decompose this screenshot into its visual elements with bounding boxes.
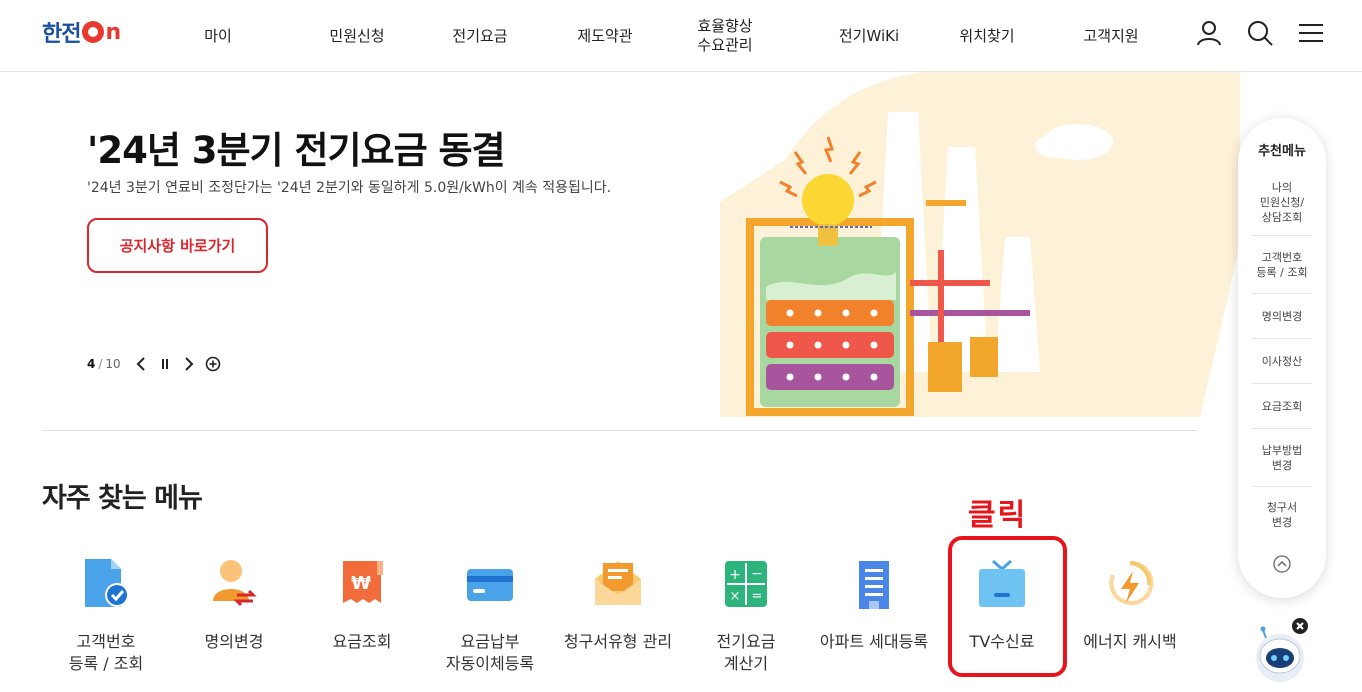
- nav-item-location[interactable]: 위치찾기: [942, 0, 1032, 72]
- logo-on-mark: n: [82, 20, 121, 45]
- search-icon[interactable]: [1245, 18, 1275, 48]
- fav-auto-payment[interactable]: 요금납부 자동이체등록: [426, 555, 554, 690]
- pause-slide-button[interactable]: [155, 354, 175, 374]
- nav-item-my[interactable]: 마이: [178, 0, 258, 72]
- credit-card-icon: [467, 569, 513, 601]
- fav-bill-inquiry[interactable]: ₩ 요금조회: [298, 555, 426, 690]
- site-header: 한전 n 마이 민원신청 전기요금 제도약관 효율향상 수요관리 전기WiKi …: [0, 0, 1362, 72]
- tv-icon: [979, 559, 1025, 607]
- svg-text:₩: ₩: [351, 573, 371, 594]
- prev-slide-button[interactable]: [131, 354, 151, 374]
- svg-text:−: −: [751, 566, 763, 582]
- nav-item-efficiency[interactable]: 효율향상 수요관리: [680, 0, 770, 72]
- click-annotation-label: 클릭: [968, 498, 1028, 533]
- view-all-slides-button[interactable]: [203, 354, 223, 374]
- logo-power-icon: [82, 21, 105, 43]
- fav-energy-cashback[interactable]: 에너지 캐시백: [1066, 555, 1194, 690]
- chevron-left-icon: [136, 357, 145, 371]
- pager-current: 4: [87, 357, 96, 371]
- next-slide-button[interactable]: [179, 354, 199, 374]
- rail-item-payment-method[interactable]: 납부방법 변경: [1252, 429, 1312, 487]
- mail-envelope-icon: [595, 561, 641, 605]
- fav-label: 에너지 캐시백: [1083, 632, 1177, 651]
- rail-title: 추천메뉴: [1258, 144, 1306, 159]
- fav-label: 요금납부 자동이체등록: [445, 632, 535, 673]
- logo-on-text: n: [105, 19, 122, 45]
- chatbot-icon[interactable]: [1250, 616, 1314, 686]
- rail-item-bill-change[interactable]: 청구서 변경: [1252, 487, 1312, 543]
- chevron-right-icon: [184, 357, 194, 371]
- rail-item-bill-inquiry[interactable]: 요금조회: [1252, 384, 1312, 429]
- banner-pager: 4 / 10: [87, 353, 223, 375]
- notice-shortcut-button[interactable]: 공지사항 바로가기: [87, 218, 268, 273]
- fav-name-change[interactable]: 명의변경: [170, 555, 298, 690]
- fav-label: 전기요금 계산기: [716, 632, 776, 673]
- pager-total: 10: [105, 357, 121, 371]
- nav-item-terms[interactable]: 제도약관: [560, 0, 650, 72]
- favorite-menu-title: 자주 찾는 메뉴: [42, 483, 203, 514]
- fav-label: 아파트 세대등록: [819, 632, 929, 651]
- power-plant-illustration: [720, 72, 1240, 417]
- nav-item-support[interactable]: 고객지원: [1066, 0, 1156, 72]
- document-check-icon: [85, 559, 129, 607]
- scroll-top-icon[interactable]: [1272, 554, 1292, 574]
- energy-cashback-icon: [1109, 560, 1154, 605]
- nav-item-civil-request[interactable]: 민원신청: [312, 0, 402, 72]
- fav-label: 청구서유형 관리: [563, 632, 673, 651]
- fav-label: 요금조회: [332, 632, 392, 651]
- fav-customer-number[interactable]: 고객번호 등록 / 조회: [42, 555, 170, 690]
- recommended-menu-rail: 추천메뉴 나의 민원신청/ 상담조회 고객번호 등록 / 조회 명의변경 이사정…: [1238, 118, 1326, 598]
- user-icon[interactable]: [1194, 18, 1224, 48]
- hero-subtitle: '24년 3분기 연료비 조정단가는 '24년 2분기와 동일하게 5.0원/k…: [87, 180, 612, 196]
- apartment-building-icon: [859, 561, 889, 609]
- fav-bill-type[interactable]: 청구서유형 관리: [554, 555, 682, 690]
- hero-title: '24년 3분기 전기요금 동결: [87, 129, 506, 172]
- pause-icon: [161, 359, 168, 369]
- rail-item-my-requests[interactable]: 나의 민원신청/ 상담조회: [1252, 170, 1312, 236]
- svg-text:+: +: [729, 567, 741, 583]
- person-transfer-icon: [213, 560, 257, 607]
- fav-label: TV수신료: [969, 632, 1035, 651]
- receipt-won-icon: ₩: [343, 561, 383, 603]
- pager-separator: /: [98, 357, 103, 371]
- calculator-icon: + − × =: [725, 561, 767, 607]
- plus-circle-icon: [205, 356, 220, 372]
- section-divider: [42, 430, 1197, 431]
- fav-tv-license-fee[interactable]: TV수신료: [938, 555, 1066, 690]
- logo-text: 한전: [42, 22, 81, 47]
- nav-item-electric-bill[interactable]: 전기요금: [435, 0, 525, 72]
- rail-item-move-settlement[interactable]: 이사정산: [1252, 339, 1312, 384]
- rail-item-customer-number[interactable]: 고객번호 등록 / 조회: [1252, 236, 1312, 294]
- kepco-on-logo[interactable]: 한전 n: [42, 19, 121, 48]
- svg-text:=: =: [752, 589, 763, 604]
- fav-apartment-register[interactable]: 아파트 세대등록: [810, 555, 938, 690]
- fav-label: 명의변경: [204, 632, 264, 651]
- svg-text:×: ×: [730, 589, 741, 604]
- fav-bill-calculator[interactable]: + − × = 전기요금 계산기: [682, 555, 810, 690]
- fav-label: 고객번호 등록 / 조회: [68, 632, 144, 673]
- nav-item-wiki[interactable]: 전기WiKi: [824, 0, 914, 72]
- hamburger-menu-icon[interactable]: [1296, 18, 1326, 48]
- rail-item-name-change[interactable]: 명의변경: [1252, 294, 1312, 339]
